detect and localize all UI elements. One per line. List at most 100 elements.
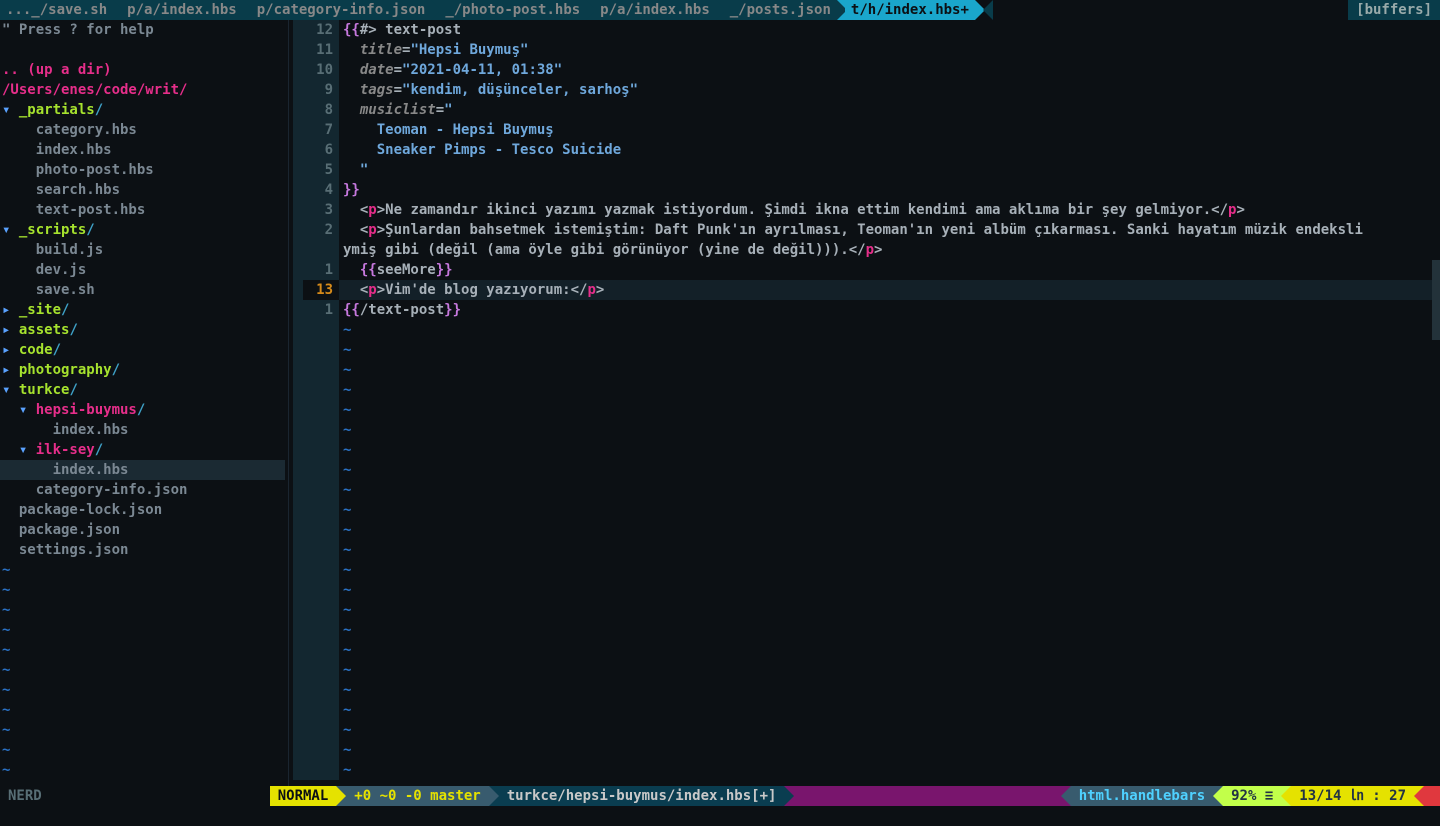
editor-current-line[interactable]: 13 <p>Vim'de blog yazıyorum:</p> [293, 280, 1440, 300]
tree-root-path[interactable]: /Users/enes/code/writ/ [0, 80, 285, 100]
editor-empty-line: ~ [293, 440, 1440, 460]
file-tree[interactable]: " Press ? for help .. (up a dir) /Users/… [0, 20, 285, 786]
tree-item[interactable]: dev.js [0, 260, 285, 280]
tree-item[interactable]: ▸ assets/ [0, 320, 285, 340]
tree-item[interactable]: ▾ hepsi-buymus/ [0, 400, 285, 420]
tree-item[interactable]: index.hbs [0, 420, 285, 440]
editor-line[interactable]: 2 <p>Şunlardan bahsetmek istemiştim: Daf… [293, 220, 1440, 240]
status-git: +0 ~0 -0 master [346, 786, 488, 806]
editor-pane[interactable]: 12{{#> text-post11 title="Hepsi Buymuş"1… [293, 20, 1440, 786]
scrollbar-thumb[interactable] [1432, 260, 1440, 340]
tree-empty-line: ~ [0, 580, 285, 600]
editor-line[interactable]: 7 Teoman - Hepsi Buymuş [293, 120, 1440, 140]
tree-item[interactable]: ▾ _partials/ [0, 100, 285, 120]
editor-line[interactable]: 5 " [293, 160, 1440, 180]
editor-line[interactable]: ymiş gibi (değil (ama öyle gibi görünüyo… [293, 240, 1440, 260]
buffer-list-label: [buffers] [1348, 0, 1440, 20]
code-content[interactable]: Sneaker Pimps - Tesco Suicide [339, 140, 1440, 160]
code-content[interactable]: ymiş gibi (değil (ama öyle gibi görünüyo… [339, 240, 1440, 260]
buffer-tab[interactable]: _/photo-post.hbs [439, 0, 586, 20]
tree-empty-line: ~ [0, 600, 285, 620]
tree-item[interactable]: ▾ _scripts/ [0, 220, 285, 240]
code-content[interactable]: musiclist=" [339, 100, 1440, 120]
code-content[interactable]: }} [339, 180, 1440, 200]
line-number [303, 240, 339, 260]
vertical-split[interactable] [285, 20, 293, 786]
editor-line[interactable]: 1 {{seeMore}} [293, 260, 1440, 280]
tree-item[interactable]: ▸ _site/ [0, 300, 285, 320]
code-content[interactable]: title="Hepsi Buymuş" [339, 40, 1440, 60]
code-content[interactable]: {{/text-post}} [339, 300, 1440, 320]
editor-empty-line: ~ [293, 320, 1440, 340]
editor-line[interactable]: 12{{#> text-post [293, 20, 1440, 40]
tree-item[interactable]: ▸ code/ [0, 340, 285, 360]
buffer-tab[interactable]: p/category-info.json [251, 0, 432, 20]
editor-empty-line: ~ [293, 580, 1440, 600]
status-mode: NORMAL [270, 786, 337, 806]
tree-item[interactable]: ▾ ilk-sey/ [0, 440, 285, 460]
line-number: 6 [303, 140, 339, 160]
tree-empty-line: ~ [0, 760, 285, 780]
line-number: 2 [303, 220, 339, 240]
buffer-tab-active[interactable]: t/h/index.hbs+ [845, 0, 975, 20]
editor-line[interactable]: 1{{/text-post}} [293, 300, 1440, 320]
editor-empty-line: ~ [293, 340, 1440, 360]
tree-empty-line: ~ [0, 640, 285, 660]
code-content[interactable]: " [339, 160, 1440, 180]
editor-line[interactable]: 9 tags="kendim, düşünceler, sarhoş" [293, 80, 1440, 100]
line-number: 12 [303, 20, 339, 40]
statusline: NERD NORMAL +0 ~0 -0 master turkce/hepsi… [0, 786, 1440, 806]
status-fill [794, 786, 1060, 806]
chevron-right-icon [50, 786, 60, 806]
tree-item[interactable]: index.hbs [0, 140, 285, 160]
tree-item[interactable]: build.js [0, 240, 285, 260]
code-content[interactable]: Teoman - Hepsi Buymuş [339, 120, 1440, 140]
tree-item[interactable]: photo-post.hbs [0, 160, 285, 180]
main-area: " Press ? for help .. (up a dir) /Users/… [0, 20, 1440, 786]
tree-item[interactable]: save.sh [0, 280, 285, 300]
editor-line[interactable]: 6 Sneaker Pimps - Tesco Suicide [293, 140, 1440, 160]
tree-item[interactable]: ▾ turkce/ [0, 380, 285, 400]
editor-empty-line: ~ [293, 520, 1440, 540]
status-position: 13/14 ㏑ : 27 [1291, 786, 1414, 806]
tree-up-dir[interactable]: .. (up a dir) [0, 60, 285, 80]
buffer-tab[interactable]: _/posts.json [724, 0, 837, 20]
code-content[interactable]: {{#> text-post [339, 20, 1440, 40]
editor-line[interactable]: 8 musiclist=" [293, 100, 1440, 120]
chevron-right-icon [784, 786, 794, 806]
tree-item[interactable]: settings.json [0, 540, 285, 560]
tree-item[interactable]: search.hbs [0, 180, 285, 200]
tree-item[interactable]: package-lock.json [0, 500, 285, 520]
buffer-tab[interactable]: p/a/index.hbs [121, 0, 243, 20]
chevron-left-icon [1061, 786, 1071, 806]
status-spacer [60, 786, 270, 806]
editor-line[interactable]: 4}} [293, 180, 1440, 200]
tree-item[interactable]: ▸ photography/ [0, 360, 285, 380]
code-content[interactable]: <p>Ne zamandır ikinci yazımı yazmak isti… [339, 200, 1440, 220]
tree-item[interactable]: index.hbs [0, 460, 285, 480]
code-content[interactable]: <p>Vim'de blog yazıyorum:</p> [339, 280, 1440, 300]
tree-item[interactable]: category.hbs [0, 120, 285, 140]
chevron-left-icon [983, 0, 993, 20]
tree-item[interactable]: text-post.hbs [0, 200, 285, 220]
code-content[interactable]: tags="kendim, düşünceler, sarhoş" [339, 80, 1440, 100]
editor-empty-line: ~ [293, 740, 1440, 760]
editor-line[interactable]: 10 date="2021-04-11, 01:38" [293, 60, 1440, 80]
tree-help: " Press ? for help [0, 20, 285, 40]
editor-line[interactable]: 3 <p>Ne zamandır ikinci yazımı yazmak is… [293, 200, 1440, 220]
chevron-left-icon [1213, 786, 1223, 806]
status-tree-label: NERD [0, 786, 50, 806]
tree-item[interactable]: category-info.json [0, 480, 285, 500]
editor-line[interactable]: 11 title="Hepsi Buymuş" [293, 40, 1440, 60]
buffer-tab[interactable]: p/a/index.hbs [594, 0, 716, 20]
chevron-left-icon [1281, 786, 1291, 806]
buffer-tab[interactable]: ..._/save.sh [0, 0, 113, 20]
code-content[interactable]: date="2021-04-11, 01:38" [339, 60, 1440, 80]
tree-item[interactable]: package.json [0, 520, 285, 540]
tree-empty-line: ~ [0, 660, 285, 680]
code-content[interactable]: {{seeMore}} [339, 260, 1440, 280]
code-content[interactable]: <p>Şunlardan bahsetmek istemiştim: Daft … [339, 220, 1440, 240]
editor-empty-line: ~ [293, 600, 1440, 620]
tree-empty-line: ~ [0, 680, 285, 700]
tree-empty-line: ~ [0, 700, 285, 720]
